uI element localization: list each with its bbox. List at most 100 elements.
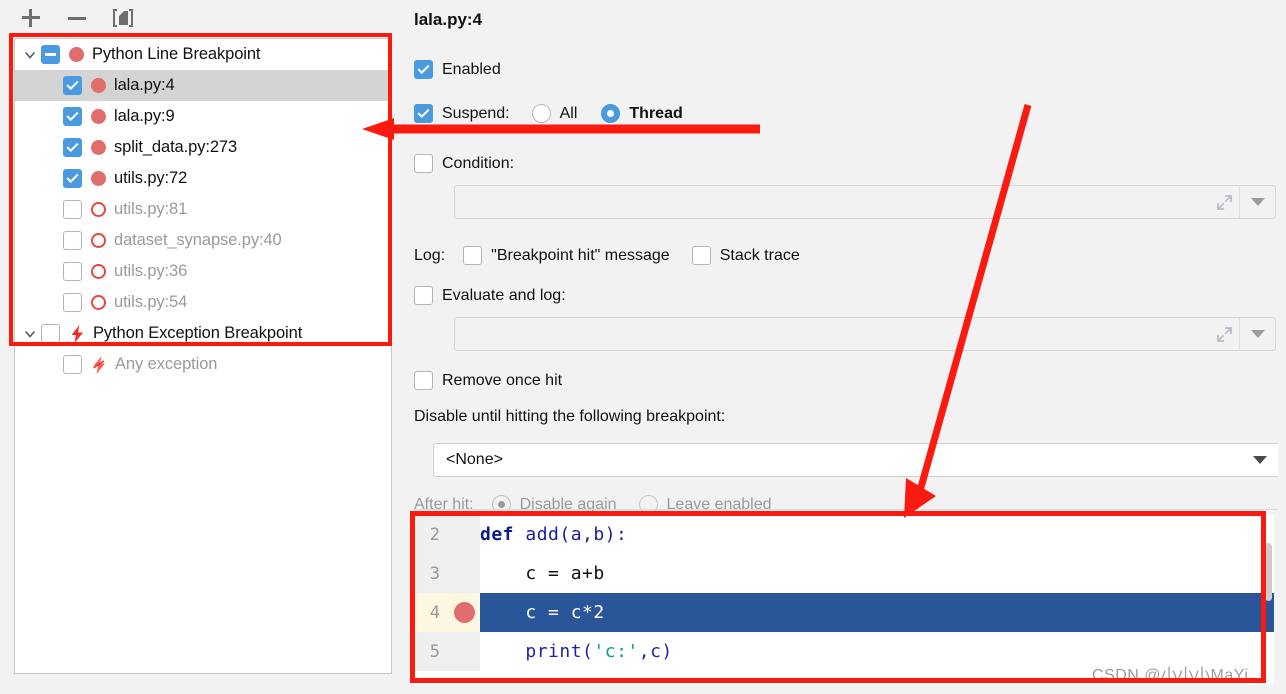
watermark: CSDN @小小小MaYi	[1092, 667, 1249, 684]
enabled-row[interactable]: Enabled	[414, 60, 501, 79]
view-breakpoints-button[interactable]	[110, 5, 136, 31]
remove-once-hit-checkbox[interactable]	[414, 371, 433, 390]
line-gutter[interactable]: 2	[414, 515, 480, 554]
tree-item-utils-py-54[interactable]: utils.py:54	[15, 287, 391, 318]
suspend-checkbox[interactable]	[414, 104, 433, 123]
tree-group-python-line-breakpoint[interactable]: Python Line Breakpoint	[15, 39, 391, 70]
disable-until-value: <None>	[446, 451, 503, 468]
tree-item-split-data-py-273[interactable]: split_data.py:273	[15, 132, 391, 163]
log-row: Log: "Breakpoint hit" message Stack trac…	[414, 246, 800, 265]
minus-icon	[68, 16, 86, 20]
line-gutter[interactable]: 5	[414, 632, 480, 671]
after-hit-leave-enabled-radio[interactable]	[638, 495, 658, 514]
editor-scrollbar[interactable]	[1265, 543, 1272, 601]
group-checkbox[interactable]	[41, 45, 60, 64]
condition-row[interactable]: Condition:	[414, 154, 514, 173]
tree-item-utils-py-81[interactable]: utils.py:81	[15, 194, 391, 225]
log-stacktrace-checkbox[interactable]	[691, 246, 711, 265]
tree-item-utils-py-36[interactable]: utils.py:36	[15, 256, 391, 287]
view-breakpoints-icon	[113, 8, 133, 28]
expand-icon[interactable]	[1209, 186, 1239, 218]
chevron-down-icon[interactable]	[1238, 456, 1282, 464]
code-line-breakpoint[interactable]: 4 c = c*2	[414, 593, 1274, 632]
after-hit-row[interactable]: After hit: Disable again Leave enabled	[414, 495, 772, 514]
tree-group-label: Python Exception Breakpoint	[93, 324, 303, 342]
item-checkbox[interactable]	[63, 169, 82, 188]
evaluate-and-log-label: Evaluate and log:	[442, 286, 566, 304]
after-hit-label: After hit:	[414, 495, 474, 513]
evaluate-and-log-row[interactable]: Evaluate and log:	[414, 286, 566, 305]
condition-history-dropdown[interactable]	[1239, 186, 1275, 218]
item-checkbox[interactable]	[63, 107, 82, 126]
enabled-checkbox[interactable]	[414, 60, 433, 79]
log-message-label: "Breakpoint hit" message	[491, 246, 670, 264]
code-line[interactable]: 3 c = a+b	[414, 554, 1274, 593]
after-hit-disable-again-radio[interactable]	[491, 495, 511, 514]
item-checkbox[interactable]	[63, 200, 82, 219]
suspend-thread-radio[interactable]	[601, 104, 621, 123]
divider	[414, 509, 1278, 510]
line-number: 2	[429, 524, 440, 545]
tree-item-label: utils.py:54	[114, 293, 188, 311]
tree-group-python-exception-breakpoint[interactable]: Python Exception Breakpoint	[15, 318, 391, 349]
expand-icon[interactable]	[1209, 318, 1239, 350]
panel-right-edge	[1278, 0, 1286, 694]
item-checkbox[interactable]	[63, 262, 82, 281]
suspend-all-label: All	[559, 104, 578, 122]
code-text: c = c*2	[480, 593, 1274, 632]
tree-item-any-exception[interactable]: Any exception	[15, 349, 391, 380]
plus-icon	[22, 9, 40, 27]
item-checkbox[interactable]	[63, 231, 82, 250]
breakpoints-toolbar	[0, 0, 406, 36]
item-checkbox[interactable]	[63, 76, 82, 95]
red-dot-hollow-icon	[91, 202, 106, 217]
red-dot-filled-icon	[91, 78, 106, 93]
tree-item-label: utils.py:36	[114, 262, 188, 280]
tree-item-dataset-synapse-py-40[interactable]: dataset_synapse.py:40	[15, 225, 391, 256]
chevron-down-icon[interactable]	[19, 323, 41, 345]
remove-once-hit-row[interactable]: Remove once hit	[414, 371, 562, 390]
code-line[interactable]: 2 def add(a,b):	[414, 515, 1274, 554]
page-title: lala.py:4	[414, 10, 483, 29]
red-dot-hollow-icon	[91, 264, 106, 279]
red-dot-filled-icon	[91, 109, 106, 124]
suspend-row[interactable]: Suspend: All Thread	[414, 104, 683, 123]
breakpoint-dot-icon[interactable]	[454, 602, 475, 623]
line-gutter[interactable]: 3	[414, 554, 480, 593]
evaluate-and-log-input[interactable]	[454, 317, 1276, 351]
disable-until-row: Disable until hitting the following brea…	[414, 408, 725, 426]
line-gutter[interactable]: 4	[414, 593, 480, 632]
evaluate-history-dropdown[interactable]	[1239, 318, 1275, 350]
line-number: 4	[429, 602, 440, 623]
tree-item-lala-py-4[interactable]: lala.py:4	[15, 70, 391, 101]
lightning-icon	[91, 355, 108, 374]
red-dot-filled-icon	[91, 140, 106, 155]
tree-item-label: utils.py:81	[114, 200, 188, 218]
condition-checkbox[interactable]	[414, 154, 433, 173]
item-checkbox[interactable]	[63, 355, 82, 374]
suspend-all-radio[interactable]	[531, 104, 551, 123]
tree-item-lala-py-9[interactable]: lala.py:9	[15, 101, 391, 132]
group-checkbox[interactable]	[41, 324, 60, 343]
add-breakpoint-button[interactable]	[18, 5, 44, 31]
evaluate-and-log-checkbox[interactable]	[414, 286, 433, 305]
log-message-checkbox[interactable]	[463, 246, 483, 265]
item-checkbox[interactable]	[63, 293, 82, 312]
suspend-label: Suspend:	[442, 104, 510, 122]
disable-until-select[interactable]: <None>	[433, 443, 1283, 477]
lightning-icon	[69, 324, 86, 343]
disable-until-label: Disable until hitting the following brea…	[414, 408, 726, 425]
after-hit-leave-enabled-label: Leave enabled	[666, 495, 772, 513]
line-number: 3	[429, 563, 440, 584]
breakpoints-tree[interactable]: Python Line Breakpoint lala.py:4 lala.py…	[14, 38, 392, 674]
condition-input[interactable]	[454, 185, 1276, 219]
code-preview[interactable]: 2 def add(a,b): 3 c = a+b 4 c = c*2 5 pr…	[414, 515, 1274, 685]
remove-breakpoint-button[interactable]	[64, 5, 90, 31]
tree-item-utils-py-72[interactable]: utils.py:72	[15, 163, 391, 194]
chevron-down-icon[interactable]	[19, 44, 41, 66]
log-label: Log:	[414, 246, 446, 264]
tree-item-label: lala.py:9	[114, 107, 175, 125]
red-dot-hollow-icon	[91, 233, 106, 248]
item-checkbox[interactable]	[63, 138, 82, 157]
red-dot-hollow-icon	[91, 295, 106, 310]
